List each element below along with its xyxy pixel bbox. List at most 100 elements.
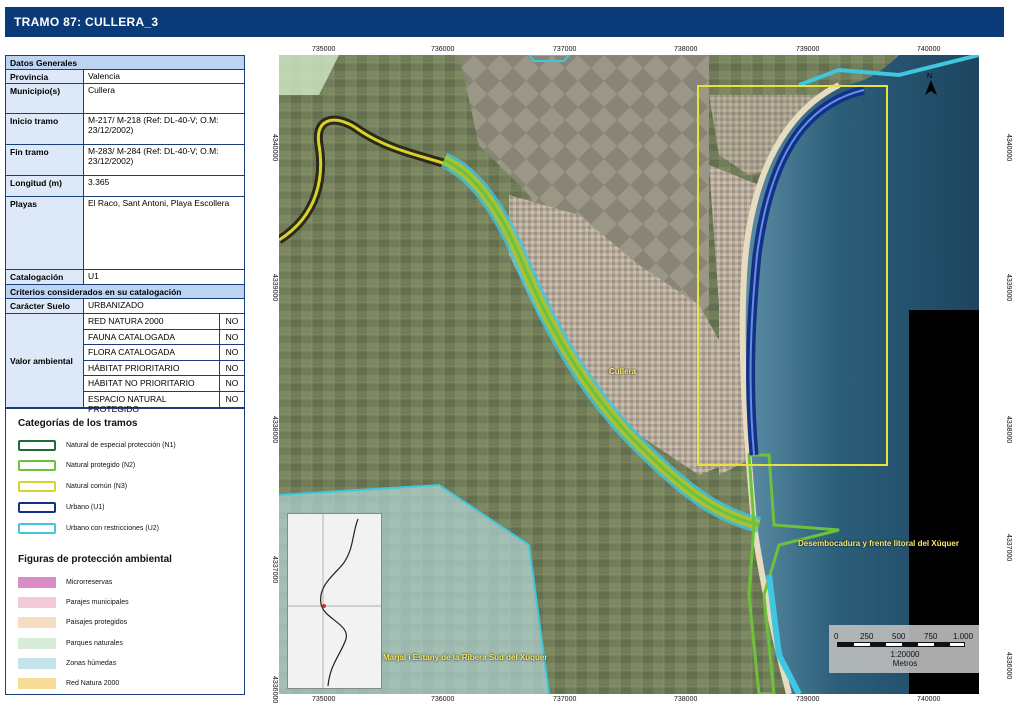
legend-label: Natural de especial protección (N1) [66, 442, 176, 449]
legend-label: Natural común (N3) [66, 483, 128, 490]
legend-swatch [18, 577, 56, 588]
row-label: Playas [6, 197, 84, 269]
x-tick-bottom: 735000 [312, 696, 336, 703]
label-desembocadura: Desembocadura y frente litoral del Xúque… [798, 539, 959, 548]
y-tick: 4338000 [271, 416, 278, 444]
row-label: Fin tramo [6, 145, 84, 175]
env-value: NO [225, 378, 239, 388]
legend-label: Paisajes protegidos [66, 619, 128, 626]
row-fin-tramo: Fin tramo M-283/ M-284 (Ref: DL-40-V; O.… [6, 145, 244, 176]
y-tick-right: 4338000 [1005, 416, 1012, 444]
legend-label: Zonas húmedas [66, 660, 117, 667]
row-value: 3.365 [88, 177, 110, 187]
x-tick: 738000 [674, 46, 698, 53]
row-label: Provincia [6, 70, 84, 83]
y-tick-right: 4336000 [1005, 652, 1012, 680]
env-row: HÁBITAT PRIORITARIO NO [84, 360, 244, 376]
env-name: FLORA CATALOGADA [84, 345, 220, 360]
map-legend: Categorías de los tramos Natural de espe… [5, 408, 245, 695]
scale-tick: 750 [924, 632, 938, 641]
legend-item-n2: Natural protegido (N2) [18, 460, 135, 471]
env-row: HÁBITAT NO PRIORITARIO NO [84, 376, 244, 392]
legend-swatch [18, 523, 56, 534]
row-label: Inicio tramo [6, 114, 84, 144]
legend-label: Red Natura 2000 [66, 680, 120, 687]
row-label: Catalogación [6, 270, 84, 284]
legend-item-n3: Natural común (N3) [18, 481, 127, 492]
legend-item-zonas-humedas: Zonas húmedas [18, 658, 116, 669]
env-name: RED NATURA 2000 [84, 314, 220, 329]
scale-ratio: 1:20000 [890, 650, 920, 659]
y-tick: 4337000 [271, 556, 278, 584]
legend-swatch [18, 617, 56, 628]
y-tick-right: 4337000 [1005, 534, 1012, 562]
inset-coastline [288, 514, 381, 688]
general-data-table: Datos Generales Provincia Valencia Munic… [5, 55, 245, 414]
env-value: NO [225, 362, 239, 373]
row-value: Cullera [88, 85, 115, 95]
row-label: Carácter Suelo [6, 299, 84, 313]
row-label: Municipio(s) [6, 84, 84, 113]
y-tick: 4339000 [271, 274, 278, 302]
x-tick-bottom: 736000 [431, 696, 455, 703]
row-value: El Raco, Sant Antoni, Playa Escollera [88, 198, 230, 208]
legend-swatch [18, 638, 56, 649]
env-row: FAUNA CATALOGADA NO [84, 329, 244, 345]
valor-ambiental-list: RED NATURA 2000 NO FAUNA CATALOGADA NO FLO… [84, 314, 244, 414]
scale-bar: 0 250 500 750 1.000 1:20000 Metros [829, 625, 979, 673]
x-tick: 736000 [431, 46, 455, 53]
legend-label: Urbano (U1) [66, 504, 105, 511]
legend-item-n1: Natural de especial protección (N1) [18, 440, 176, 451]
legend-item-red-natura: Red Natura 2000 [18, 678, 119, 689]
row-value: URBANIZADO [88, 300, 144, 310]
legend-label: Parajes municipales [66, 599, 129, 606]
env-value: NO [225, 316, 239, 326]
legend-item-parques: Parques naturales [18, 638, 123, 649]
env-name: HÁBITAT PRIORITARIO [84, 360, 220, 375]
row-longitud: Longitud (m) 3.365 [6, 176, 244, 197]
aerial-map[interactable]: N Cullera Desembocadura y frente litoral… [279, 55, 979, 694]
legend-label: Urbano con restricciones (U2) [66, 525, 159, 532]
scale-tick: 1.000 [953, 632, 974, 641]
x-tick: 735000 [312, 46, 336, 53]
map-frame: 735000 736000 737000 738000 739000 74000… [256, 44, 1012, 706]
label-marjal: Marjal i Estany de la Ribera Sud del Xúq… [383, 653, 548, 662]
row-value: U1 [88, 271, 99, 281]
scale-tick: 250 [860, 632, 874, 641]
legend-item-u1: Urbano (U1) [18, 502, 105, 513]
valor-ambiental-block: Valor ambiental RED NATURA 2000 NO FAUNA … [6, 314, 244, 414]
scale-tick: 500 [892, 632, 906, 641]
row-inicio-tramo: Inicio tramo M-217/ M-218 (Ref: DL-40-V;… [6, 114, 244, 145]
label-cullera: Cullera [609, 367, 637, 376]
env-name: FAUNA CATALOGADA [84, 329, 220, 344]
row-playas: Playas El Raco, Sant Antoni, Playa Escol… [6, 197, 244, 270]
legend-swatch [18, 481, 56, 492]
row-caracter-suelo: Carácter Suelo URBANIZADO [6, 299, 244, 314]
figuras-title: Figuras de protección ambiental [18, 554, 172, 565]
legend-item-parajes: Parajes municipales [18, 597, 129, 608]
legend-swatch [18, 658, 56, 669]
legend-label: Natural protegido (N2) [66, 462, 136, 469]
env-name: HÁBITAT NO PRIORITARIO [84, 376, 220, 391]
legend-swatch [18, 440, 56, 451]
env-row: RED NATURA 2000 NO [84, 314, 244, 330]
env-value: NO [225, 331, 239, 342]
row-value: Valencia [88, 71, 120, 81]
legend-label: Parques naturales [66, 640, 123, 647]
categorias-title: Categorías de los tramos [18, 418, 138, 429]
x-tick-bottom: 737000 [553, 696, 577, 703]
legend-label: Microrreservas [66, 579, 113, 586]
page-title: TRAMO 87: CULLERA_3 [14, 15, 159, 29]
x-tick-bottom: 739000 [796, 696, 820, 703]
header-bar: TRAMO 87: CULLERA_3 [5, 7, 1004, 37]
legend-swatch [18, 597, 56, 608]
row-municipio: Municipio(s) Cullera [6, 84, 244, 114]
legend-item-microrreservas: Microrreservas [18, 577, 112, 588]
scale-bar-graphic [837, 642, 965, 647]
scale-tick: 0 [834, 632, 839, 641]
legend-swatch [18, 502, 56, 513]
legend-item-u2: Urbano con restricciones (U2) [18, 523, 159, 534]
y-tick: 4340000 [271, 134, 278, 162]
env-row: ESPACIO NATURAL PROTEGIDO NO [84, 391, 244, 414]
row-provincia: Provincia Valencia [6, 70, 244, 84]
